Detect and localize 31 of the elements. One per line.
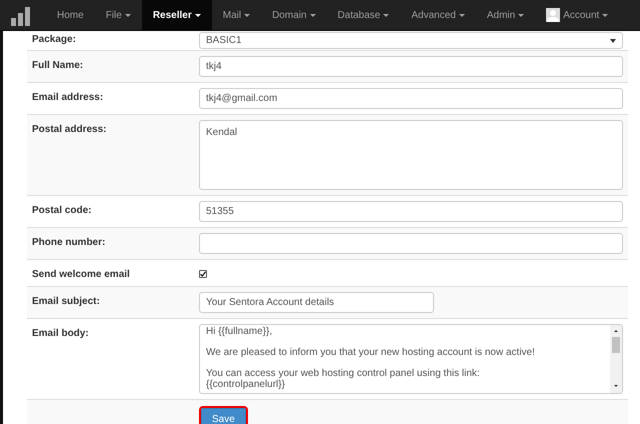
nav-menu-item[interactable]: Reseller bbox=[142, 0, 212, 30]
text-field[interactable]: 51355 bbox=[199, 201, 623, 222]
text-field[interactable] bbox=[199, 233, 623, 254]
scrollbar-drawing bbox=[610, 325, 622, 393]
field-label: Email address: bbox=[32, 91, 104, 105]
field-label: Send welcome email bbox=[32, 268, 131, 281]
save-button[interactable]: Save bbox=[201, 408, 246, 424]
text-field[interactable]: tkj4 bbox=[199, 56, 623, 77]
nav-menu-item[interactable]: Domain bbox=[261, 0, 327, 30]
nav-menu-item[interactable]: Advanced bbox=[400, 0, 476, 30]
logo-icon[interactable] bbox=[10, 6, 32, 26]
field-label: Phone number: bbox=[32, 236, 106, 250]
nav-menu-item[interactable]: Mail bbox=[212, 0, 262, 30]
package-select[interactable]: BASIC1 bbox=[199, 32, 623, 49]
nav-menu-item[interactable]: Admin bbox=[476, 0, 536, 30]
nav-menu-item[interactable]: Account bbox=[535, 0, 620, 30]
nav-menu-item[interactable]: File bbox=[94, 0, 142, 30]
text-area[interactable]: Hi {{fullname}}, We are pleased to inform you that your new hosting account is now active! You can access your web hosting control panel using this link: {{controlpanelurl}} bbox=[199, 324, 623, 394]
nav-menu-item[interactable]: Home bbox=[46, 0, 95, 30]
field-label: Postal code: bbox=[32, 204, 92, 218]
checkbox[interactable] bbox=[199, 270, 207, 278]
text-area[interactable]: Kendal bbox=[199, 120, 623, 190]
text-field[interactable]: tkj4@gmail.com bbox=[199, 88, 623, 109]
field-label: Full Name: bbox=[32, 59, 84, 73]
text-field[interactable]: Your Sentora Account details bbox=[199, 292, 434, 313]
field-label: Email subject: bbox=[32, 295, 101, 309]
caret-icon bbox=[610, 38, 616, 42]
nav-menu-item[interactable]: Database bbox=[326, 0, 400, 30]
field-label: Package: bbox=[32, 33, 77, 47]
field-label: Postal address: bbox=[32, 123, 108, 137]
field-label: Email body: bbox=[32, 327, 90, 341]
